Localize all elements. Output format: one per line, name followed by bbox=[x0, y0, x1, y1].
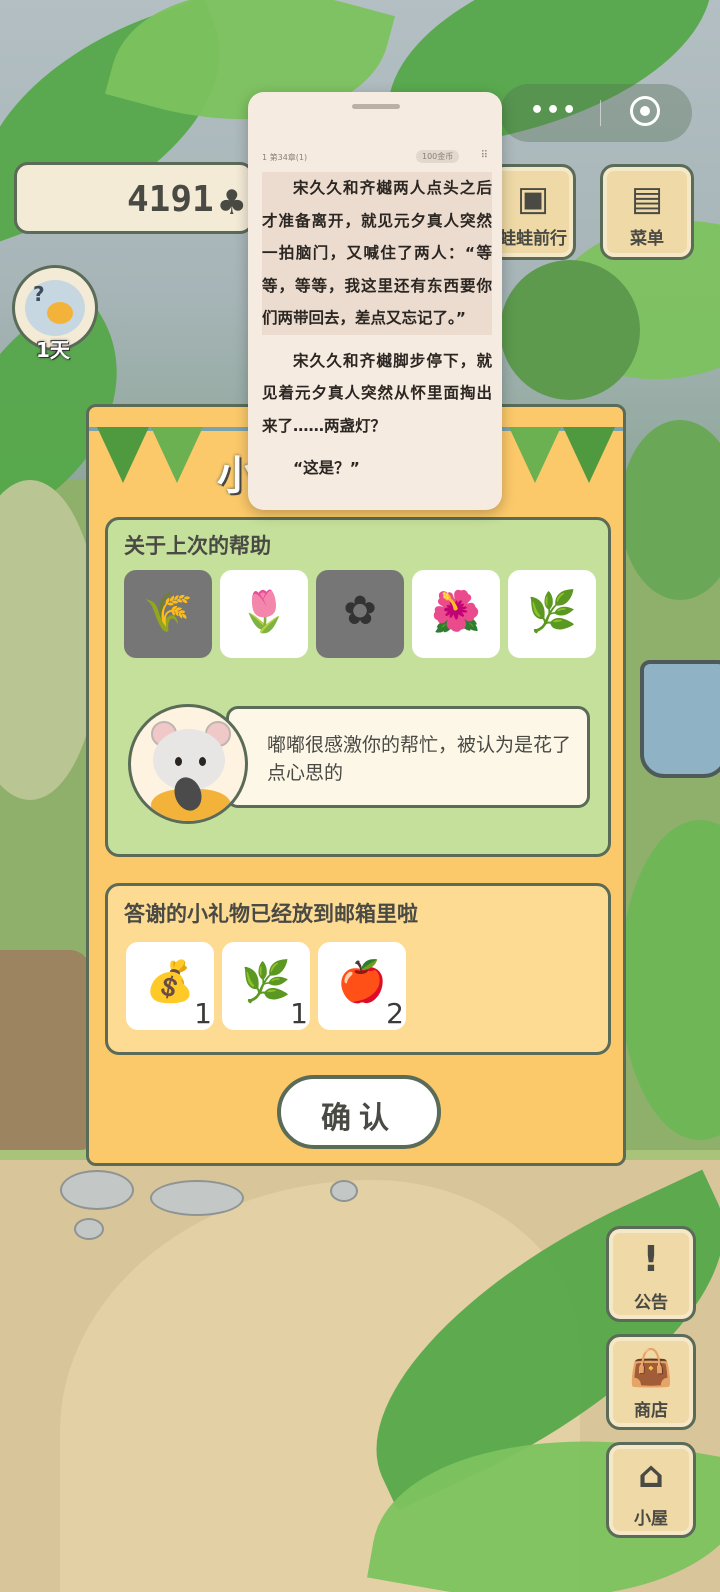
hamster-avatar bbox=[128, 704, 248, 824]
notice-label: 公告 bbox=[634, 1293, 668, 1313]
confirm-label: 确认 bbox=[321, 1101, 397, 1136]
confirm-button[interactable]: 确认 bbox=[277, 1075, 441, 1149]
speech-text: 嘟嘟很感激你的帮忙，被认为是花了点心思的 bbox=[267, 734, 572, 784]
bunting-flag bbox=[563, 427, 615, 483]
house-icon: ⌂ bbox=[638, 1455, 664, 1496]
requested-items-row: 🌾 🌷 ✿ 🌺 🌿 bbox=[124, 570, 604, 660]
help-section-title: 关于上次的帮助 bbox=[124, 534, 271, 558]
tall-grass bbox=[620, 820, 720, 1140]
ivy-bush bbox=[500, 260, 640, 400]
hamster-eye bbox=[175, 757, 182, 766]
notebook-icon: ▣ bbox=[516, 179, 550, 219]
bunting-flag bbox=[151, 427, 203, 483]
bunting-flag bbox=[97, 427, 149, 483]
chapter-label: 1 第34章(1) bbox=[262, 153, 308, 162]
pebble bbox=[330, 1180, 358, 1202]
house-label: 小屋 bbox=[634, 1509, 668, 1529]
item-slot[interactable]: 🌷 bbox=[220, 570, 308, 658]
meadow-patch bbox=[0, 480, 100, 800]
close-target-icon[interactable] bbox=[630, 96, 660, 126]
bunting-flag bbox=[509, 427, 561, 483]
clover-flower-icon: ✿ bbox=[343, 588, 377, 634]
house-button[interactable]: ⌂ 小屋 bbox=[606, 1442, 696, 1538]
gift-section-title: 答谢的小礼物已经放到邮箱里啦 bbox=[124, 902, 418, 926]
gift-slot[interactable]: 🍎 2 bbox=[318, 942, 406, 1030]
help-reward-dialog: 小 关于上次的帮助 🌾 🌷 ✿ 🌺 🌿 嘟嘟很感激你的帮忙，被认为是花了点心思的 bbox=[86, 404, 626, 1166]
item-slot[interactable]: 🌺 bbox=[412, 570, 500, 658]
gift-count: 1 bbox=[290, 997, 308, 1030]
gift-count: 1 bbox=[194, 997, 212, 1030]
frog-journey-button[interactable]: ▣ 蛙蛙前行 bbox=[490, 164, 576, 260]
flower-stalk-icon: 🌾 bbox=[143, 589, 193, 635]
menu-label: 菜单 bbox=[630, 229, 664, 249]
day-counter: 1天 bbox=[36, 338, 70, 362]
help-section: 关于上次的帮助 🌾 🌷 ✿ 🌺 🌿 嘟嘟很感激你的帮忙，被认为是花了点心思的 bbox=[105, 517, 611, 857]
reader-text: 宋久久和齐樾两人点头之后才准备离开，就见元夕真人突然一拍脑门，又喊住了两人：“等… bbox=[262, 172, 492, 495]
item-slot[interactable]: 🌿 bbox=[508, 570, 596, 658]
shop-button[interactable]: 👜 商店 bbox=[606, 1334, 696, 1430]
frog-journey-label: 蛙蛙前行 bbox=[499, 229, 567, 249]
coin-counter[interactable]: 4191 ♣ bbox=[14, 162, 254, 234]
novel-reader-overlay[interactable]: 1 第34章(1) 100金币 ⠿ 宋久久和齐樾两人点头之后才准备离开，就见元夕… bbox=[248, 92, 502, 510]
coin-amount: 4191 bbox=[127, 179, 214, 220]
bucket-icon bbox=[640, 660, 720, 778]
reader-meta: 1 第34章(1) 100金币 ⠿ bbox=[262, 150, 492, 168]
shop-label: 商店 bbox=[634, 1401, 668, 1421]
gift-slot[interactable]: 🌿 1 bbox=[222, 942, 310, 1030]
bird-icon bbox=[47, 302, 73, 324]
gift-section: 答谢的小礼物已经放到邮箱里啦 💰 1 🌿 1 🍎 2 bbox=[105, 883, 611, 1055]
pebble bbox=[150, 1180, 244, 1216]
paragraph: 宋久久和齐樾脚步停下，就见着元夕真人突然从怀里面掏出来了……两盏灯？ bbox=[262, 351, 492, 435]
item-slot[interactable]: 🌾 bbox=[124, 570, 212, 658]
gift-slot[interactable]: 💰 1 bbox=[126, 942, 214, 1030]
speech-bubble: 嘟嘟很感激你的帮忙，被认为是花了点心思的 bbox=[226, 706, 590, 808]
pebble bbox=[74, 1218, 104, 1240]
pink-sprig-icon: 🌷 bbox=[239, 589, 289, 635]
green-sprig-icon: 🌿 bbox=[527, 589, 577, 635]
hibiscus-icon: 🌺 bbox=[431, 589, 481, 635]
drag-handle[interactable] bbox=[352, 104, 400, 109]
menu-button[interactable]: ▤ 菜单 bbox=[600, 164, 694, 260]
capsule-divider bbox=[600, 100, 601, 126]
shopping-bag-icon: 👜 bbox=[628, 1348, 674, 1389]
pebble bbox=[60, 1170, 134, 1210]
miniprogram-capsule: ••• bbox=[500, 84, 692, 142]
clover-icon: ♣ bbox=[216, 183, 247, 223]
paragraph: 宋久久和齐樾两人点头之后才准备离开，就见元夕真人突然一拍脑门，又喊住了两人：“等… bbox=[262, 172, 492, 335]
more-icon[interactable]: ••• bbox=[530, 98, 578, 123]
notice-button[interactable]: ! 公告 bbox=[606, 1226, 696, 1322]
exclamation-icon: ! bbox=[642, 1239, 660, 1280]
paragraph: “这是？” bbox=[293, 459, 360, 477]
grid-icon[interactable]: ⠿ bbox=[481, 150, 488, 161]
question-icon: ? bbox=[33, 282, 45, 306]
gift-count: 2 bbox=[386, 997, 404, 1030]
coin-tag[interactable]: 100金币 bbox=[416, 150, 460, 163]
item-slot[interactable]: ✿ bbox=[316, 570, 404, 658]
cards-icon: ▤ bbox=[630, 179, 664, 219]
hamster-eye bbox=[199, 757, 206, 766]
tree-stump bbox=[0, 950, 90, 1150]
